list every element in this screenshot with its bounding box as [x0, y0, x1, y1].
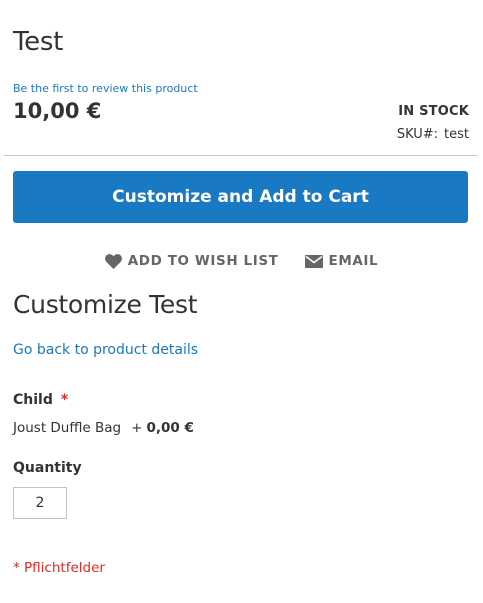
add-to-wishlist-link[interactable]: ADD TO WISH LIST: [104, 253, 279, 269]
stock-status: IN STOCK: [398, 104, 469, 119]
child-option-name: Joust Duffle Bag: [13, 420, 122, 436]
heart-icon: [104, 253, 122, 269]
email-link[interactable]: EMAIL: [304, 253, 379, 269]
envelope-icon: [304, 254, 323, 268]
child-label-text: Child: [13, 392, 53, 408]
child-option-price: 0,00 €: [146, 420, 194, 436]
wishlist-label: ADD TO WISH LIST: [127, 253, 279, 269]
customize-add-to-cart-button[interactable]: Customize and Add to Cart: [13, 171, 468, 223]
quantity-label: Quantity: [13, 460, 82, 476]
back-to-product-link[interactable]: Go back to product details: [13, 342, 198, 358]
sku-value: test: [444, 127, 469, 142]
child-option-plus: +: [131, 420, 143, 436]
sku-label: SKU#:: [396, 127, 439, 142]
product-price: 10,00 €: [13, 99, 102, 123]
child-field-label: Child *: [13, 392, 68, 408]
customize-title: Customize Test: [13, 290, 198, 319]
email-label: EMAIL: [328, 253, 379, 269]
product-title: Test: [13, 27, 64, 57]
product-social-actions: ADD TO WISH LIST EMAIL: [0, 253, 483, 269]
review-link[interactable]: Be the first to review this product: [13, 82, 198, 95]
child-option: Joust Duffle Bag +0,00 €: [13, 420, 194, 436]
required-marker: *: [60, 392, 69, 408]
sku: SKU#: test: [397, 127, 469, 142]
required-fields-note: * Pflichtfelder: [13, 560, 105, 576]
divider: [4, 155, 478, 156]
quantity-input[interactable]: [13, 487, 67, 519]
